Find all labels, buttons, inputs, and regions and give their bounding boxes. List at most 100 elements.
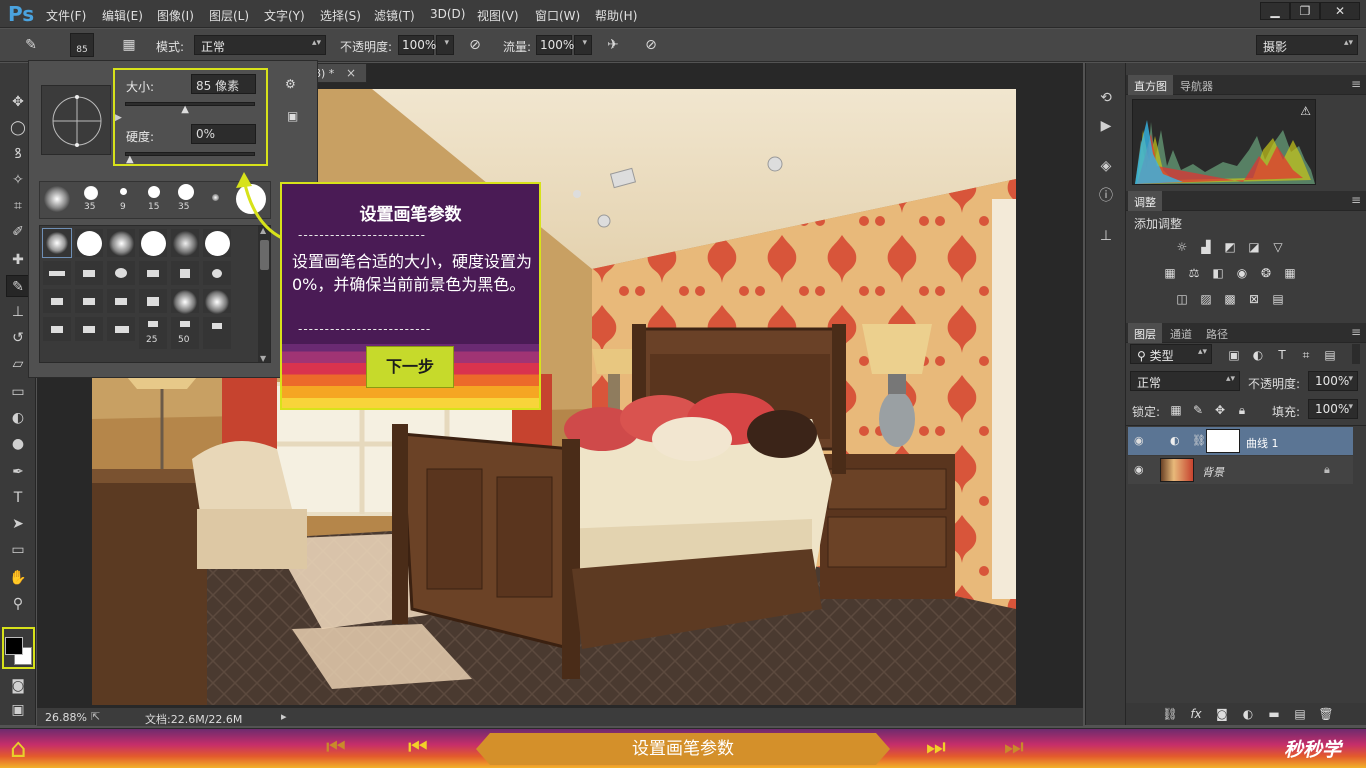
- rectangle-tool-icon[interactable]: ▭: [6, 539, 30, 561]
- menu-edit[interactable]: 编辑(E): [102, 7, 143, 24]
- opacity-dropdown[interactable]: ▾: [436, 35, 454, 55]
- brush-preset[interactable]: [202, 316, 232, 350]
- airbrush-icon[interactable]: ✈: [602, 34, 624, 56]
- layer-row-curves[interactable]: ◉ ◐ ⛓ 曲线 1: [1128, 427, 1353, 455]
- menu-window[interactable]: 窗口(W): [535, 7, 580, 24]
- brush-preset[interactable]: [202, 288, 232, 314]
- tab-close-icon[interactable]: ×: [346, 66, 356, 80]
- tab-histogram[interactable]: 直方图: [1128, 75, 1173, 95]
- size-slider-thumb[interactable]: ▲: [181, 104, 189, 115]
- dodge-tool-icon[interactable]: ●: [6, 433, 30, 455]
- pressure-opacity-icon[interactable]: ⊘: [464, 34, 486, 56]
- brush-preset[interactable]: [138, 260, 168, 286]
- minimize-button[interactable]: ▁: [1260, 2, 1290, 20]
- selective-color-icon[interactable]: ⊠: [1246, 292, 1262, 306]
- tab-channels[interactable]: 通道: [1164, 323, 1198, 343]
- layer-name[interactable]: 背景: [1202, 464, 1224, 480]
- brush-preset[interactable]: [138, 228, 168, 258]
- brush-tool-preset-icon[interactable]: ✎: [20, 34, 42, 56]
- brush-preset-selected[interactable]: [42, 228, 72, 258]
- clone-stamp-tool-icon[interactable]: ⊥: [6, 301, 30, 323]
- add-mask-icon[interactable]: ◙: [1214, 707, 1230, 721]
- layer-thumbnail[interactable]: [1160, 458, 1194, 482]
- brush-preset[interactable]: [106, 316, 136, 342]
- home-icon[interactable]: ⌂: [10, 735, 44, 763]
- brush-preset[interactable]: [170, 288, 200, 314]
- opacity-input[interactable]: 100%: [398, 35, 436, 55]
- next-step-icon[interactable]: ⏭: [926, 735, 946, 760]
- scroll-down-icon[interactable]: ▼: [260, 354, 266, 362]
- brush-soft-large[interactable]: [44, 186, 70, 212]
- mode-select[interactable]: 正常 ▴▾: [194, 35, 326, 55]
- brush-preset[interactable]: [42, 260, 72, 286]
- fill-input[interactable]: 100% ▾: [1308, 399, 1358, 419]
- size-input[interactable]: 85 像素: [191, 74, 256, 94]
- layer-row-background[interactable]: ◉ 背景 🔒︎: [1128, 456, 1353, 484]
- gradient-tool-icon[interactable]: ▭: [6, 381, 30, 403]
- actions-panel-icon[interactable]: ▶: [1094, 115, 1118, 137]
- 3d-panel-icon[interactable]: ◈: [1094, 155, 1118, 177]
- history-panel-icon[interactable]: ⟲: [1094, 87, 1118, 109]
- tab-navigator[interactable]: 导航器: [1174, 75, 1219, 95]
- quick-select-tool-icon[interactable]: ✧: [6, 169, 30, 191]
- first-step-icon[interactable]: ⏮: [326, 735, 346, 760]
- filter-shape-icon[interactable]: ⌗: [1298, 348, 1314, 362]
- eraser-tool-icon[interactable]: ▱: [6, 353, 30, 375]
- size-slider-track[interactable]: ▲: [125, 102, 255, 115]
- brush-panel-toggle-icon[interactable]: ▦: [118, 34, 140, 56]
- healing-brush-tool-icon[interactable]: ✚: [6, 249, 30, 271]
- panel-menu-icon[interactable]: ≡: [1351, 77, 1361, 91]
- exposure-icon[interactable]: ◪: [1246, 240, 1262, 254]
- posterize-icon[interactable]: ▨: [1198, 292, 1214, 306]
- brush-size-preview[interactable]: 85: [70, 33, 94, 57]
- new-group-icon[interactable]: ▬: [1266, 707, 1282, 721]
- filter-smart-icon[interactable]: ▤: [1322, 348, 1338, 362]
- brush-hard-medium[interactable]: [178, 184, 194, 200]
- brush-hard-small[interactable]: [84, 186, 98, 200]
- screen-mode-icon[interactable]: ▣: [6, 699, 30, 721]
- brush-preset[interactable]: 25: [138, 316, 168, 350]
- tab-adjustments[interactable]: 调整: [1128, 191, 1162, 211]
- brush-preset[interactable]: [42, 316, 72, 342]
- menu-view[interactable]: 视图(V): [477, 7, 519, 24]
- filter-pixel-icon[interactable]: ▣: [1226, 348, 1242, 362]
- menu-help[interactable]: 帮助(H): [595, 7, 637, 24]
- workspace-select[interactable]: 摄影 ▴▾: [1256, 35, 1358, 55]
- lock-pixels-icon[interactable]: ✎: [1190, 403, 1206, 417]
- gear-icon[interactable]: ⚙: [285, 77, 296, 91]
- tab-layers[interactable]: 图层: [1128, 323, 1162, 343]
- hue-saturation-icon[interactable]: ▦: [1162, 266, 1178, 280]
- pen-tool-icon[interactable]: ✒: [6, 461, 30, 483]
- brush-preset[interactable]: [74, 316, 104, 342]
- eye-icon[interactable]: ◉: [1134, 463, 1144, 476]
- blend-mode-select[interactable]: 正常 ▴▾: [1130, 371, 1240, 391]
- channel-mixer-icon[interactable]: ❂: [1258, 266, 1274, 280]
- lock-all-icon[interactable]: 🔒︎: [1234, 403, 1250, 417]
- lock-transparent-icon[interactable]: ▦: [1168, 403, 1184, 417]
- flow-dropdown[interactable]: ▾: [574, 35, 592, 55]
- brightness-icon[interactable]: ☼: [1174, 240, 1190, 254]
- pressure-size-icon[interactable]: ⊘: [640, 34, 662, 56]
- new-adjustment-icon[interactable]: ◐: [1240, 707, 1256, 721]
- brush-tip-preview[interactable]: [41, 85, 111, 155]
- black-white-icon[interactable]: ◧: [1210, 266, 1226, 280]
- gradient-map-icon[interactable]: ▤: [1270, 292, 1286, 306]
- restore-button[interactable]: ❐: [1290, 2, 1320, 20]
- color-balance-icon[interactable]: ⚖: [1186, 266, 1202, 280]
- hardness-slider-thumb[interactable]: ▲: [126, 154, 134, 165]
- tab-paths[interactable]: 路径: [1200, 323, 1234, 343]
- filter-adjust-icon[interactable]: ◐: [1250, 348, 1266, 362]
- link-icon[interactable]: ⛓: [1192, 434, 1206, 447]
- last-step-icon[interactable]: ⏭: [1004, 735, 1024, 760]
- brush-preset[interactable]: [202, 260, 232, 286]
- link-layers-icon[interactable]: ⛓: [1162, 707, 1178, 721]
- brush-preset[interactable]: [74, 260, 104, 286]
- brush-preset[interactable]: [106, 260, 136, 286]
- brush-preset[interactable]: [138, 288, 168, 314]
- filter-toggle[interactable]: [1352, 344, 1360, 364]
- threshold-icon[interactable]: ▩: [1222, 292, 1238, 306]
- fx-icon[interactable]: fx: [1188, 707, 1204, 721]
- color-lookup-icon[interactable]: ▦: [1282, 266, 1298, 280]
- lasso-tool-icon[interactable]: ꝸ: [6, 143, 30, 165]
- layer-mask-thumbnail[interactable]: [1206, 429, 1240, 453]
